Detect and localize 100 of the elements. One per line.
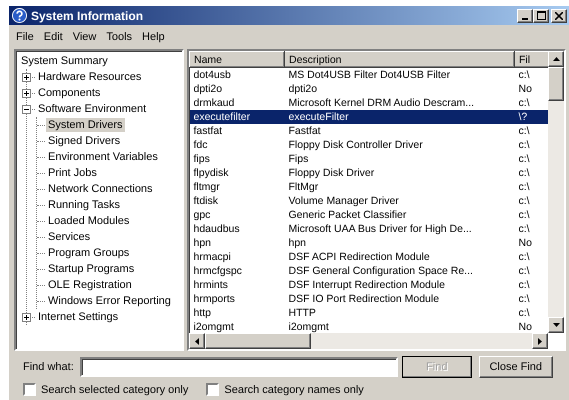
table-cell-text: c:\ [518,194,531,208]
table-cell-text: Generic Packet Classifier [288,208,408,222]
expand-icon[interactable] [22,88,31,98]
maximize-icon [536,11,546,20]
tree-item[interactable]: System Drivers [46,118,125,132]
scrollbar-thumb[interactable] [548,67,564,101]
expand-icon[interactable] [22,312,31,322]
table-cell-text: c:\ [518,264,531,278]
table-cell: executefilter [190,110,284,124]
tree-item[interactable]: System Summary [19,54,110,68]
table-cell-text: c:\ [518,208,531,222]
right-arrow-icon [538,338,542,344]
find-field[interactable] [80,357,398,377]
tree-item[interactable]: Startup Programs [46,262,136,276]
tree-item[interactable]: Software Environment [36,102,148,116]
table-cell: Microsoft Kernel DRM Audio Descram... [284,96,514,110]
table-cell-text: hpn [192,236,212,250]
column-header[interactable]: Description [284,52,514,68]
table-cell-text: hpn [288,236,308,250]
minimize-button[interactable] [517,8,533,22]
tree-item[interactable]: Internet Settings [36,310,120,324]
table-cell-text: No [518,236,533,250]
expand-icon[interactable] [22,72,31,82]
column-header[interactable]: Fil [514,52,548,68]
table-cell-text: FltMgr [288,180,320,194]
table-cell: drmkaud [190,96,284,110]
tree-item[interactable]: Print Jobs [46,166,99,180]
close-button[interactable] [551,8,567,22]
left-arrow-icon [195,338,199,344]
scrollbar-thumb[interactable] [205,333,311,349]
table-cell-text: hrmacpi [192,250,232,264]
close-find-button[interactable]: Close Find [478,356,553,378]
maximize-button[interactable] [533,8,549,22]
table-cell-text: hrmcfgspc [192,264,243,278]
tree-item[interactable]: Loaded Modules [46,214,132,228]
table-cell-text: i2omgmt [192,320,235,333]
table-cell: c:\ [514,124,548,138]
table-cell-text: fdc [192,138,209,152]
checkbox[interactable] [206,383,220,396]
tree-item[interactable]: OLE Registration [46,278,134,292]
table-cell: dot4usb [190,68,284,82]
table-cell-text: HTTP [288,306,317,320]
table-cell: MS Dot4USB Filter Dot4USB Filter [284,68,514,82]
table-cell-text: c:\ [518,152,531,166]
table-cell-text: hdaudbus [192,222,241,236]
checkbox-label: Search category names only [224,384,364,396]
tree-item[interactable]: Windows Error Reporting [46,294,173,308]
checkbox[interactable] [23,383,36,396]
collapse-icon[interactable] [22,104,31,114]
table-cell-text: flpydisk [192,166,230,180]
table-cell-text: fltmgr [192,180,221,194]
menu-item[interactable]: View [68,30,102,44]
table-cell-text: DSF IO Port Redirection Module [288,292,440,306]
table-cell-text: Fips [288,152,310,166]
find-label: Find what: [23,361,74,373]
column-header[interactable]: Name [190,52,284,68]
table-cell-text: No [518,320,533,333]
table-cell-text: http [192,306,212,320]
table-cell-text: Microsoft UAA Bus Driver for High De... [288,222,473,236]
table-cell-text: Floppy Disk Driver [288,166,376,180]
menu-item[interactable]: File [11,30,39,44]
horizontal-scrollbar[interactable] [189,333,548,349]
table-cell-text: DSF ACPI Redirection Module [288,250,431,264]
table-cell-text: c:\ [518,306,531,320]
menu-item[interactable]: Help [137,30,170,44]
table-cell-text: fips [192,152,211,166]
tree-item[interactable]: Hardware Resources [36,70,144,84]
table-cell: c:\ [514,68,548,82]
table-cell-text: Volume Manager Driver [288,194,400,208]
table-cell-text: No [518,82,533,96]
table-cell-text: DSF General Configuration Space Re... [288,264,474,278]
table-cell-text: Floppy Disk Controller Driver [288,138,424,152]
table-cell-text: i2omgmt [288,320,330,333]
tree-item[interactable]: Program Groups [46,246,132,260]
tree-item[interactable]: Running Tasks [46,198,122,212]
table-cell-text: c:\ [518,250,531,264]
window-title: System Information [31,8,144,22]
tree-item[interactable]: Services [46,230,92,244]
table-cell-text: gpc [192,208,212,222]
table-cell: fastfat [190,124,284,138]
table-cell-text: dpti2o [192,82,224,96]
vertical-scrollbar[interactable] [548,51,564,333]
table-cell: \? [514,110,548,124]
minimize-icon [522,18,528,20]
tree-item[interactable]: Signed Drivers [46,134,122,148]
table-cell-text: c:\ [518,138,531,152]
table-cell-text: hrmports [192,292,236,306]
table-cell-text: hrmints [192,278,229,292]
table-cell-text: c:\ [518,166,531,180]
table-cell-text: dpti2o [288,82,318,96]
menu-item[interactable]: Edit [38,30,68,44]
menu-item[interactable]: Tools [101,30,138,44]
table-cell-text: c:\ [518,292,531,306]
help-icon [12,8,27,23]
table-cell-text: c:\ [518,278,531,292]
tree-item[interactable]: Network Connections [46,182,155,196]
table-cell: Fastfat [284,124,514,138]
tree-item[interactable]: Components [36,86,102,100]
tree-item[interactable]: Environment Variables [46,150,160,164]
table-cell: c:\ [514,96,548,110]
